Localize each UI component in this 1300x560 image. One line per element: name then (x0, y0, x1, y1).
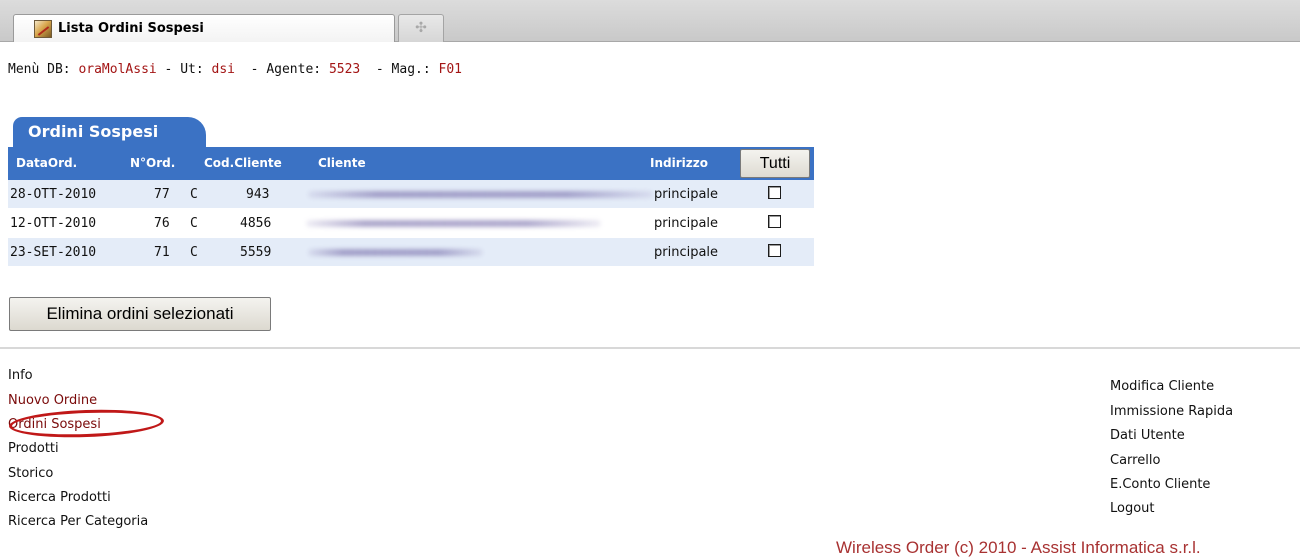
redacted-client-name (308, 191, 653, 198)
db-label: Menù DB: (8, 62, 79, 77)
mag-value: F01 (438, 62, 463, 77)
nav-e-conto-cliente[interactable]: E.Conto Cliente (1110, 477, 1210, 492)
row-order-number: 71 (154, 245, 170, 260)
row-date: 23-SET-2010 (10, 245, 97, 260)
redacted-client-name (308, 249, 483, 256)
nav-modifica-cliente[interactable]: Modifica Cliente (1110, 379, 1214, 394)
panel-title: Ordini Sospesi (28, 122, 159, 141)
header-data-ord: DataOrd. (16, 156, 78, 170)
nav-carrello[interactable]: Carrello (1110, 453, 1160, 468)
agent-value: 5523 (328, 62, 361, 77)
row-order-number: 76 (154, 216, 170, 231)
header-indirizzo: Indirizzo (650, 156, 708, 170)
row-select-checkbox[interactable] (768, 215, 781, 228)
new-tab-icon: ✣ (415, 20, 427, 36)
row-client-code: 943 (246, 187, 270, 202)
nav-ricerca-prodotti[interactable]: Ricerca Prodotti (8, 490, 111, 505)
mag-label: - Mag.: (360, 62, 439, 77)
new-tab-button[interactable]: ✣ (398, 14, 444, 42)
browser-tab-title: Lista Ordini Sospesi (58, 21, 204, 36)
header-cod-cliente: Cod.Cliente (204, 156, 282, 170)
orders-table: DataOrd. N°Ord. Cod.Cliente Cliente Indi… (8, 147, 814, 267)
db-value: oraMolAssi (78, 62, 157, 77)
header-num-ord: N°Ord. (130, 156, 176, 170)
browser-tab-strip: Lista Ordini Sospesi ✣ (0, 0, 1300, 42)
session-info-line: Menù DB: oraMolAssi - Ut: dsi - Agente: … (8, 62, 462, 77)
select-all-button[interactable]: Tutti (740, 149, 810, 178)
table-row[interactable]: 28-OTT-2010 77 C 943 principale (8, 180, 814, 209)
row-address: principale (654, 245, 719, 260)
nav-info[interactable]: Info (8, 368, 33, 383)
delete-selected-orders-button[interactable]: Elimina ordini selezionati (9, 297, 271, 331)
row-address: principale (654, 216, 719, 231)
row-address: principale (654, 187, 719, 202)
nav-dati-utente[interactable]: Dati Utente (1110, 428, 1185, 443)
nav-ricerca-per-categoria[interactable]: Ricerca Per Categoria (8, 514, 148, 529)
row-order-number: 77 (154, 187, 170, 202)
copyright-footer: Wireless Order (c) 2010 - Assist Informa… (836, 538, 1201, 557)
user-label: - Ut: (156, 62, 212, 77)
user-value: dsi (211, 62, 236, 77)
redacted-client-name (306, 220, 601, 227)
row-select-checkbox[interactable] (768, 186, 781, 199)
row-order-type: C (190, 216, 198, 231)
page-favicon-icon (34, 20, 52, 38)
browser-tab-active[interactable]: Lista Ordini Sospesi (13, 14, 395, 42)
panel-title-tab: Ordini Sospesi (13, 117, 206, 150)
header-cliente: Cliente (318, 156, 366, 170)
nav-storico[interactable]: Storico (8, 466, 53, 481)
nav-logout[interactable]: Logout (1110, 501, 1155, 516)
row-order-type: C (190, 187, 198, 202)
nav-prodotti[interactable]: Prodotti (8, 441, 59, 456)
highlight-circle (8, 407, 165, 440)
row-date: 28-OTT-2010 (10, 187, 97, 202)
row-client-code: 5559 (240, 245, 272, 260)
row-order-type: C (190, 245, 198, 260)
section-divider (0, 347, 1300, 349)
row-client-code: 4856 (240, 216, 272, 231)
table-row[interactable]: 23-SET-2010 71 C 5559 principale (8, 238, 814, 267)
row-date: 12-OTT-2010 (10, 216, 97, 231)
nav-nuovo-ordine[interactable]: Nuovo Ordine (8, 393, 97, 408)
nav-immissione-rapida[interactable]: Immissione Rapida (1110, 404, 1233, 419)
table-header-row: DataOrd. N°Ord. Cod.Cliente Cliente Indi… (8, 147, 814, 180)
table-row[interactable]: 12-OTT-2010 76 C 4856 principale (8, 209, 814, 238)
row-select-checkbox[interactable] (768, 244, 781, 257)
agent-label: - Agente: (235, 62, 329, 77)
